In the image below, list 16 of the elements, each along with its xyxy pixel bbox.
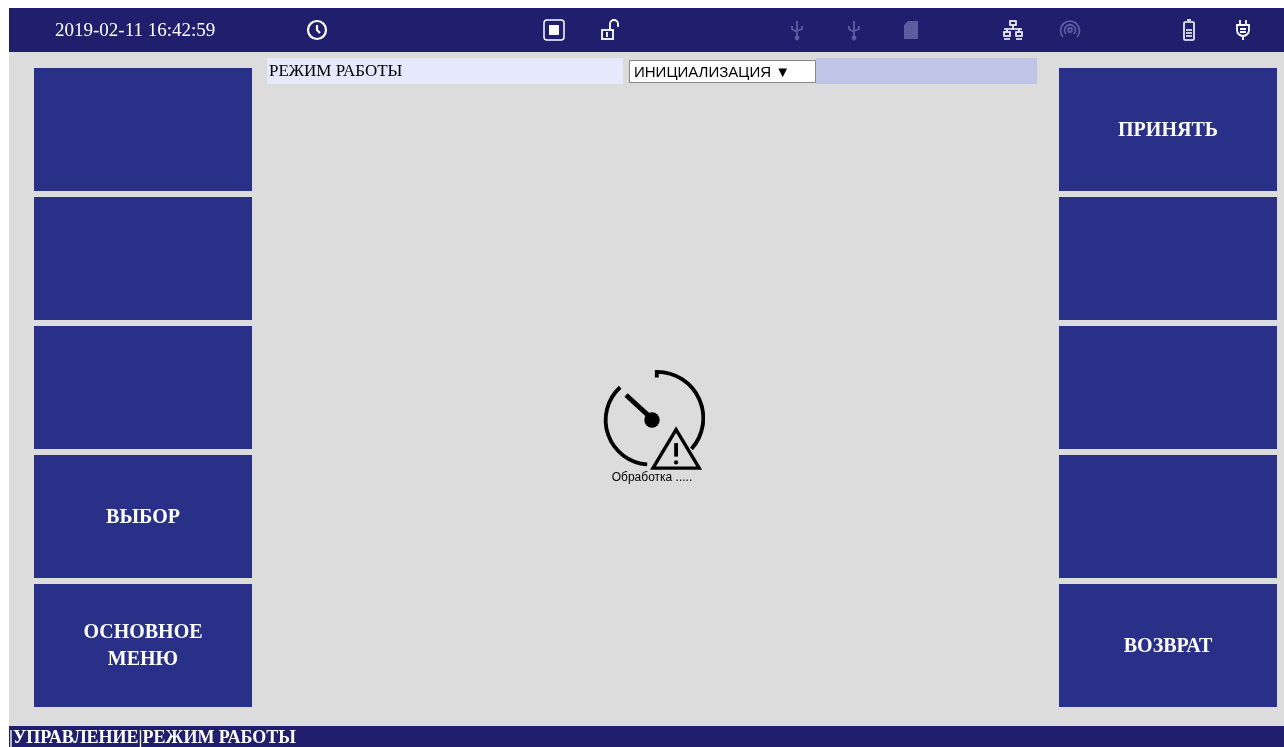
- breadcrumb: |УПРАВЛЕНИЕ|РЕЖИМ РАБОТЫ: [9, 726, 296, 747]
- mode-dropdown[interactable]: ИНИЦИАЛИЗАЦИЯ ▼: [629, 59, 816, 83]
- side-button[interactable]: ОСНОВНОЕ МЕНЮ: [34, 583, 252, 707]
- side-button[interactable]: [34, 325, 252, 449]
- side-button[interactable]: [1059, 325, 1277, 449]
- side-button[interactable]: [34, 196, 252, 320]
- side-button[interactable]: [34, 67, 252, 191]
- side-button[interactable]: ПРИНЯТЬ: [1059, 67, 1277, 191]
- mode-label: РЕЖИМ РАБОТЫ: [267, 57, 623, 84]
- side-button[interactable]: ВЫБОР: [34, 454, 252, 578]
- side-button[interactable]: [1059, 454, 1277, 578]
- processing-text: Обработка .....: [611, 470, 693, 485]
- side-button[interactable]: ВОЗВРАТ: [1059, 583, 1277, 707]
- datetime: 2019-02-11 16:42:59: [55, 18, 217, 41]
- stop-icon[interactable]: [542, 17, 566, 42]
- side-button[interactable]: [1059, 196, 1277, 320]
